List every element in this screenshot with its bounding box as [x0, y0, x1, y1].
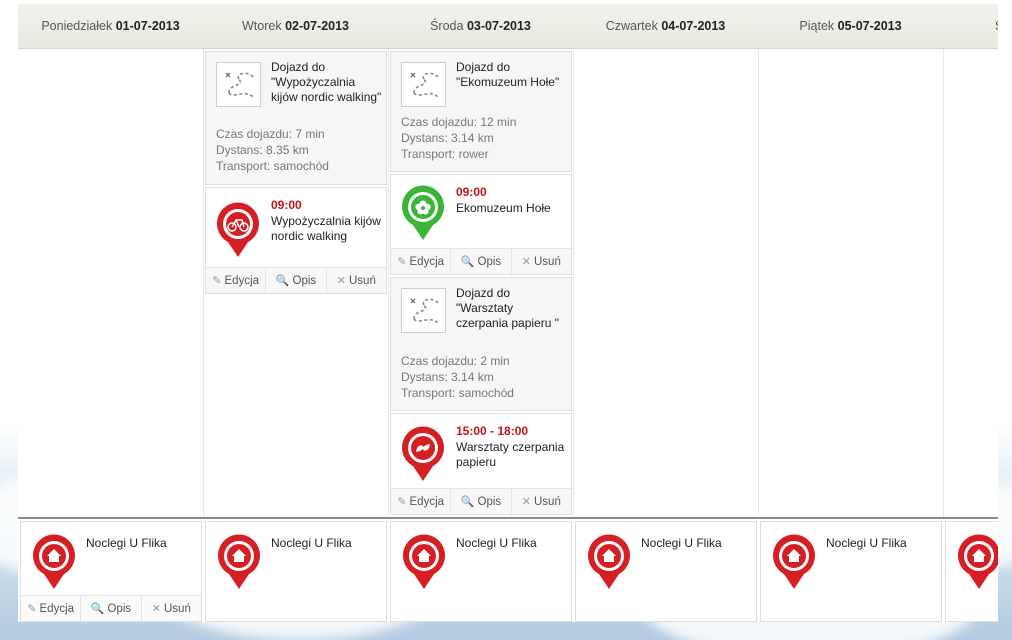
- route-distance: Dystans: 3.14 km: [401, 370, 494, 384]
- column-divider: [203, 49, 204, 517]
- edit-button[interactable]: ✎ Edycja: [391, 489, 452, 514]
- event-name: Ekomuzeum Hołe: [456, 201, 551, 215]
- close-icon: ✕: [521, 496, 531, 508]
- delete-button[interactable]: ✕ Usuń: [512, 489, 571, 514]
- day-header-friday: Piątek 05-07-2013: [799, 19, 902, 33]
- details-button[interactable]: 🔍 Opis: [266, 268, 327, 293]
- event-card: 09:00 Ekomuzeum Hołe ✎ Edycja 🔍 Opis ✕ Usuń: [390, 174, 572, 275]
- day-header-thursday: Czwartek 04-07-2013: [605, 19, 726, 33]
- route-travel-time: Czas dojazdu: 12 min: [401, 115, 517, 129]
- event-actions: ✎ Edycja 🔍 Opis ✕ Usuń: [391, 488, 571, 514]
- details-button[interactable]: 🔍 Opis: [81, 596, 142, 621]
- column-divider: [573, 49, 574, 517]
- lodging-card-wednesday: Noclegi U Flika: [390, 521, 572, 622]
- route-card: Dojazd do "Warsztaty czerpania papieru "…: [390, 277, 572, 411]
- event-time: 09:00: [456, 185, 487, 199]
- edit-button[interactable]: ✎ Edycja: [21, 596, 82, 621]
- route-travel-time: Czas dojazdu: 2 min: [401, 354, 510, 368]
- hands-icon: [402, 426, 444, 481]
- route-transport: Transport: samochód: [216, 159, 329, 173]
- lodging-name: Noclegi U Flika: [826, 536, 907, 550]
- week-planner: Poniedziałek 01-07-2013 Wtorek 02-07-201…: [18, 4, 998, 622]
- route-title: Dojazd do "Wypożyczalnia kijów nordic wa…: [271, 60, 382, 104]
- route-card: Dojazd do "Ekomuzeum Hołe" Czas dojazdu:…: [390, 51, 572, 172]
- house-icon: [773, 534, 815, 589]
- bicycle-icon: [217, 202, 259, 257]
- house-icon: [218, 534, 260, 589]
- day-header-wednesday: Środa 03-07-2013: [430, 19, 531, 33]
- event-actions: ✎ Edycja 🔍 Opis ✕ Usuń: [206, 267, 386, 293]
- event-card: 09:00 Wypożyczalnia kijów nordic walking…: [205, 187, 387, 294]
- event-actions: ✎ Edycja 🔍 Opis ✕ Usuń: [391, 248, 571, 274]
- delete-button[interactable]: ✕ Usuń: [327, 268, 386, 293]
- route-title: Dojazd do "Ekomuzeum Hołe": [456, 60, 560, 89]
- route-distance: Dystans: 8.35 km: [216, 143, 309, 157]
- column-divider: [758, 49, 759, 517]
- event-name: Warsztaty czerpania papieru: [456, 440, 565, 469]
- pencil-icon: ✎: [27, 603, 37, 615]
- event-name: Wypożyczalnia kijów nordic walking: [271, 214, 381, 243]
- lodging-card-tuesday: Noclegi U Flika: [205, 521, 387, 622]
- lodging-actions: ✎ Edycja 🔍 Opis ✕ Usuń: [21, 595, 201, 621]
- lodging-card-saturday: [945, 521, 998, 622]
- house-icon: [958, 534, 998, 589]
- magnifier-icon: 🔍: [275, 275, 290, 287]
- house-icon: [588, 534, 630, 589]
- house-icon: [33, 534, 76, 589]
- day-header-saturday: So: [943, 4, 998, 49]
- lodging-name: Noclegi U Flika: [271, 536, 352, 550]
- lodging-divider: [18, 517, 998, 519]
- edit-button[interactable]: ✎ Edycja: [206, 268, 267, 293]
- magnifier-icon: 🔍: [90, 603, 105, 615]
- details-button[interactable]: 🔍 Opis: [451, 249, 512, 274]
- lodging-card-monday: Noclegi U Flika ✎ Edycja 🔍 Opis ✕ Usuń: [20, 521, 202, 622]
- close-icon: ✕: [521, 256, 531, 268]
- column-divider: [943, 49, 944, 517]
- day-header-row: Poniedziałek 01-07-2013 Wtorek 02-07-201…: [18, 4, 998, 49]
- details-button[interactable]: 🔍 Opis: [451, 489, 512, 514]
- route-distance: Dystans: 3.14 km: [401, 131, 494, 145]
- day-header-tuesday: Wtorek 02-07-2013: [241, 19, 350, 33]
- lodging-card-thursday: Noclegi U Flika: [575, 521, 757, 622]
- lodging-name: Noclegi U Flika: [641, 536, 722, 550]
- event-card: 15:00 - 18:00 Warsztaty czerpania papier…: [390, 413, 572, 515]
- route-map-icon: [401, 288, 446, 333]
- route-transport: Transport: rower: [401, 147, 489, 161]
- close-icon: ✕: [336, 275, 346, 287]
- edit-button[interactable]: ✎ Edycja: [391, 249, 452, 274]
- delete-button[interactable]: ✕ Usuń: [512, 249, 571, 274]
- event-time: 09:00: [271, 198, 302, 212]
- column-divider: [388, 49, 389, 517]
- delete-button[interactable]: ✕ Usuń: [142, 596, 201, 621]
- magnifier-icon: 🔍: [460, 496, 475, 508]
- lodging-card-friday: Noclegi U Flika: [760, 521, 942, 622]
- route-title: Dojazd do "Warsztaty czerpania papieru ": [456, 286, 559, 330]
- route-travel-time: Czas dojazdu: 7 min: [216, 127, 325, 141]
- pencil-icon: ✎: [397, 256, 407, 268]
- magnifier-icon: 🔍: [460, 256, 475, 268]
- lodging-name: Noclegi U Flika: [456, 536, 537, 550]
- route-card: Dojazd do "Wypożyczalnia kijów nordic wa…: [205, 51, 387, 185]
- route-map-icon: [216, 62, 261, 107]
- close-icon: ✕: [151, 603, 161, 615]
- lodging-name: Noclegi U Flika: [86, 536, 167, 550]
- day-header-monday: Poniedziałek 01-07-2013: [41, 19, 180, 33]
- route-map-icon: [401, 62, 446, 107]
- route-transport: Transport: samochód: [401, 386, 514, 400]
- house-icon: [403, 534, 445, 589]
- flower-icon: [402, 185, 444, 240]
- pencil-icon: ✎: [397, 496, 407, 508]
- event-time: 15:00 - 18:00: [456, 424, 529, 438]
- pencil-icon: ✎: [212, 275, 222, 287]
